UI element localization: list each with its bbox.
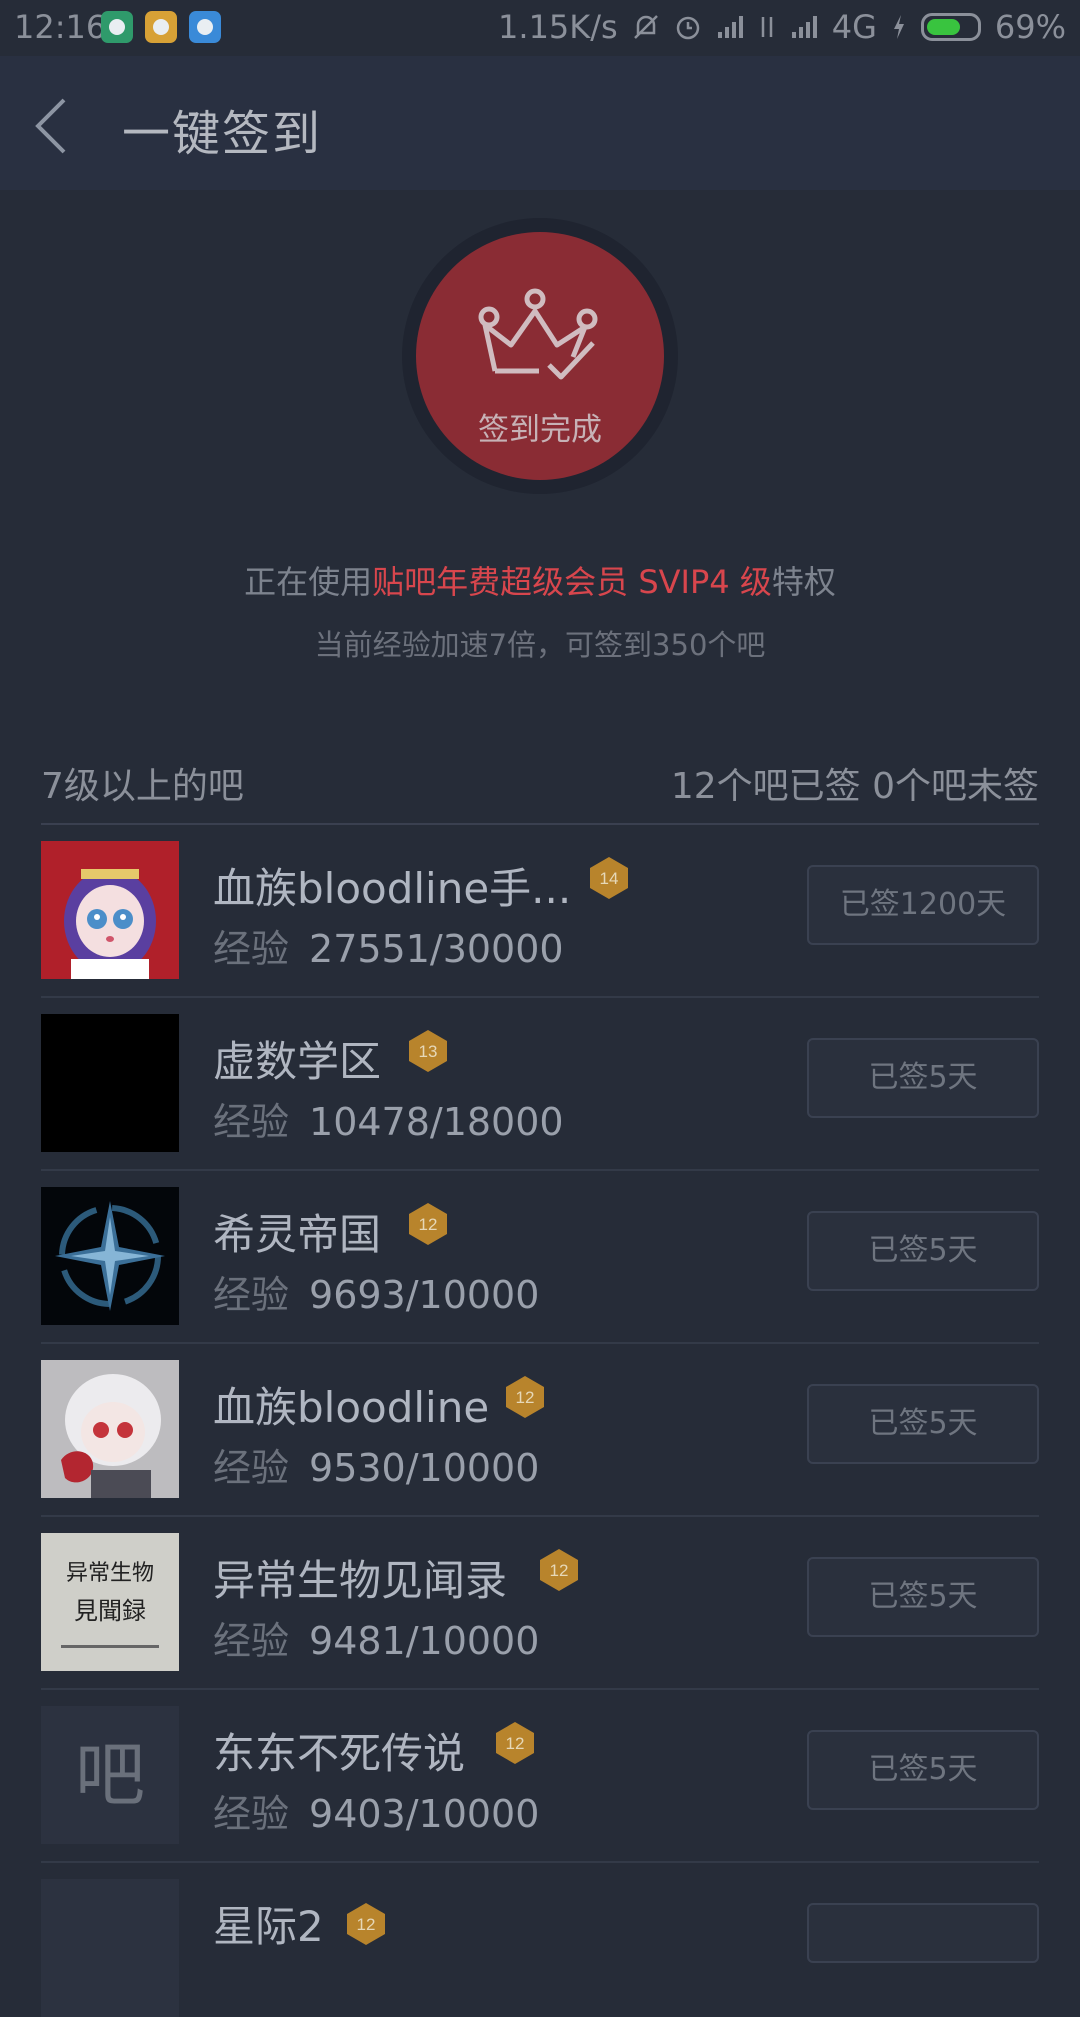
level-badge-icon: 12: [540, 1549, 578, 1591]
forum-exp: 经验 9403/10000: [213, 1792, 540, 1836]
avatar-caption-1: 异常生物: [65, 1561, 154, 1586]
avatar-caption-2: 見聞録: [74, 1597, 146, 1625]
signed-days-button[interactable]: 已签5天: [807, 1730, 1039, 1810]
forum-row[interactable]: 希灵帝国 12 经验 9693/10000 已签5天: [41, 1171, 1039, 1344]
level-badge-icon: 13: [409, 1030, 447, 1072]
forum-exp: 经验 9481/10000: [213, 1619, 540, 1663]
svg-text:14: 14: [600, 869, 619, 888]
forum-avatar[interactable]: [41, 1879, 179, 2017]
forum-name[interactable]: 异常生物见闻录: [213, 1547, 507, 1608]
svg-text:12: 12: [550, 1561, 569, 1580]
level-badge-icon: 14: [590, 857, 628, 899]
status-bar: 12:16 1.15K/s 4G 69%: [0, 0, 1080, 56]
forum-name[interactable]: 星际2: [213, 1893, 324, 1954]
svg-text:13: 13: [419, 1042, 438, 1061]
level-badge-icon: 12: [506, 1376, 544, 1418]
data-transfer-icon: [761, 17, 772, 37]
forum-avatar[interactable]: [41, 1187, 179, 1325]
svg-text:12: 12: [357, 1915, 376, 1934]
forum-row[interactable]: 血族bloodline手... 14 经验 27551/30000 已签1200天: [41, 825, 1039, 998]
default-avatar-glyph: 吧: [41, 1706, 179, 1844]
forum-list: 血族bloodline手... 14 经验 27551/30000 已签1200天…: [41, 825, 1039, 2017]
forum-row[interactable]: 虚数学区 13 经验 10478/18000 已签5天: [41, 998, 1039, 1171]
battery-percent: 69%: [994, 8, 1066, 46]
signal-icon: [716, 14, 744, 40]
level-badge-icon: 12: [347, 1903, 385, 1945]
section-title: 7级以上的吧: [41, 766, 244, 807]
signed-days-button[interactable]: [807, 1903, 1039, 1963]
signed-days-button[interactable]: 已签5天: [807, 1384, 1039, 1464]
silent-icon: [633, 15, 658, 39]
forum-name[interactable]: 东东不死传说: [213, 1720, 465, 1781]
crown-check-icon: [478, 288, 598, 380]
blue-app-icon: [189, 11, 221, 43]
back-arrow-icon[interactable]: [30, 96, 70, 156]
forum-avatar[interactable]: [41, 841, 179, 979]
signal-icon-2: [790, 14, 818, 40]
page-title: 一键签到: [122, 106, 323, 162]
svg-text:12: 12: [516, 1388, 535, 1407]
charging-icon: [893, 15, 904, 39]
vip-highlight[interactable]: 贴吧年费超级会员 SVIP4 级: [372, 563, 772, 601]
level-badge-icon: 12: [409, 1203, 447, 1245]
sign-summary: 12个吧已签 0个吧未签: [670, 766, 1039, 807]
section-header: 7级以上的吧 12个吧已签 0个吧未签: [41, 757, 1039, 819]
header-bar: 一键签到: [0, 56, 1080, 190]
level-badge-icon: 12: [496, 1722, 534, 1764]
net-speed: 1.15K/s: [498, 8, 618, 46]
signed-days-button[interactable]: 已签5天: [807, 1211, 1039, 1291]
forum-row[interactable]: 吧 东东不死传说 12 经验 9403/10000 已签5天: [41, 1690, 1039, 1863]
alarm-icon: [676, 16, 699, 40]
svg-text:12: 12: [419, 1215, 438, 1234]
vip-privilege-text: 正在使用贴吧年费超级会员 SVIP4 级特权: [244, 563, 836, 601]
forum-exp: 经验 9530/10000: [213, 1446, 540, 1490]
speed-info-text: 当前经验加速7倍，可签到350个吧: [314, 628, 766, 662]
chat-app-icon: [145, 11, 177, 43]
svg-text:12: 12: [506, 1734, 525, 1753]
signed-days-button[interactable]: 已签5天: [807, 1557, 1039, 1637]
shield-app-icon: [101, 11, 133, 43]
signed-days-button[interactable]: 已签1200天: [807, 865, 1039, 945]
sign-status-text: 签到完成: [478, 412, 602, 448]
forum-avatar[interactable]: [41, 1014, 179, 1152]
forum-row[interactable]: 异常生物 見聞録 异常生物见闻录 12 经验 9481/10000 已签5天: [41, 1517, 1039, 1690]
forum-avatar[interactable]: 吧: [41, 1706, 179, 1844]
forum-exp: 经验 27551/30000: [213, 927, 564, 971]
forum-name[interactable]: 虚数学区: [213, 1028, 381, 1089]
forum-exp: 经验 10478/18000: [213, 1100, 564, 1144]
forum-name[interactable]: 血族bloodline手...: [213, 855, 571, 916]
battery-icon: [920, 13, 981, 41]
forum-avatar[interactable]: 异常生物 見聞録: [41, 1533, 179, 1671]
network-type: 4G: [831, 8, 877, 46]
forum-name[interactable]: 血族bloodline: [213, 1374, 489, 1435]
signed-days-button[interactable]: 已签5天: [807, 1038, 1039, 1118]
forum-row[interactable]: 星际2 12: [41, 1863, 1039, 2017]
status-time: 12:16: [14, 8, 107, 46]
forum-name[interactable]: 希灵帝国: [213, 1201, 381, 1262]
forum-exp: 经验 9693/10000: [213, 1273, 540, 1317]
forum-avatar[interactable]: [41, 1360, 179, 1498]
forum-row[interactable]: 血族bloodline 12 经验 9530/10000 已签5天: [41, 1344, 1039, 1517]
